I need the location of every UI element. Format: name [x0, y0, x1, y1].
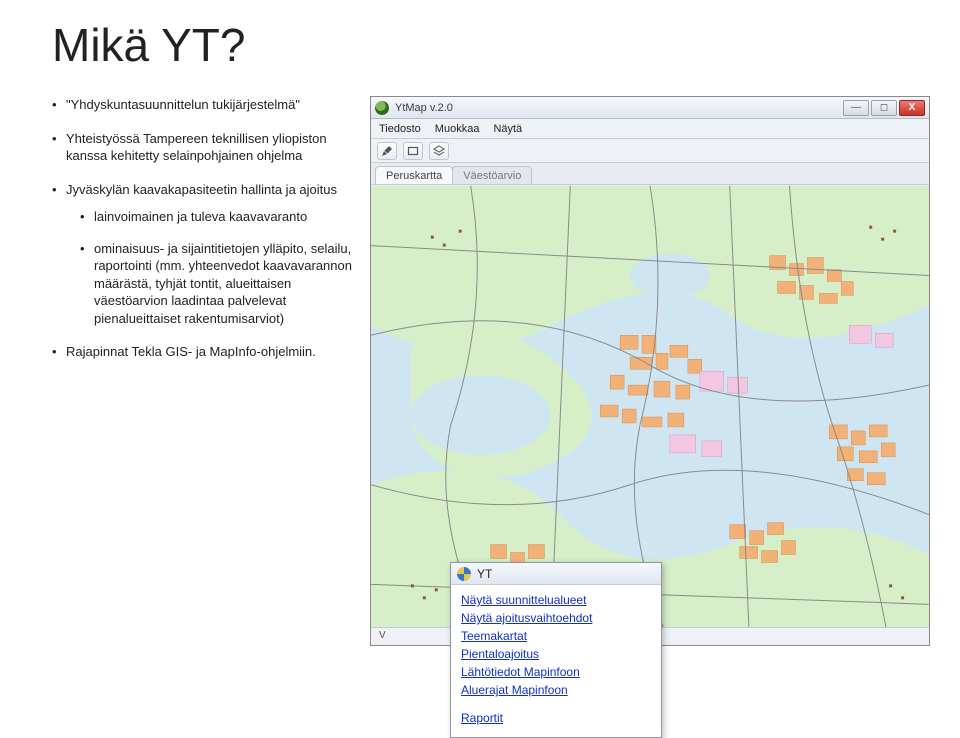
popup-title: YT	[477, 567, 492, 581]
sub-bullet-list: lainvoimainen ja tuleva kaavavaranto omi…	[66, 208, 352, 327]
minimize-icon: —	[844, 101, 868, 115]
status-text: V	[379, 630, 386, 641]
popup-item-raportit[interactable]: Raportit	[461, 709, 651, 727]
pencil-icon	[381, 145, 393, 157]
popup-item-ajoitusvaihtoehdot[interactable]: Näytä ajoitusvaihtoehdot	[461, 609, 651, 627]
bullet-text: Rajapinnat Tekla GIS- ja MapInfo-ohjelmi…	[66, 344, 316, 359]
tool-pointer-button[interactable]	[377, 142, 397, 160]
bullet-item: Yhteistyössä Tampereen teknillisen yliop…	[52, 130, 352, 165]
menu-edit[interactable]: Muokkaa	[435, 123, 480, 135]
bullet-text: ominaisuus- ja sijaintitietojen ylläpito…	[94, 241, 352, 326]
bullet-text: "Yhdyskuntasuunnittelun tukijärjestelmä"	[66, 97, 300, 112]
bullet-text: Yhteistyössä Tampereen teknillisen yliop…	[66, 131, 327, 164]
bullet-list: "Yhdyskuntasuunnittelun tukijärjestelmä"…	[52, 96, 352, 361]
popup-item-teemakartat[interactable]: Teemakartat	[461, 627, 651, 645]
popup-menu: Näytä suunnittelualueet Näytä ajoitusvai…	[451, 585, 661, 737]
bullet-text: lainvoimainen ja tuleva kaavavaranto	[94, 209, 307, 224]
menu-file[interactable]: Tiedosto	[379, 123, 421, 135]
popup-item-pientaloajoitus[interactable]: Pientaloajoitus	[461, 645, 651, 663]
slide: Mikä YT? "Yhdyskuntasuunnittelun tukijär…	[0, 0, 960, 683]
app-icon	[375, 101, 389, 115]
maximize-button[interactable]: ◻	[871, 100, 897, 116]
window-title: YtMap v.2.0	[395, 102, 843, 114]
page-title: Mikä YT?	[52, 18, 932, 72]
close-icon: X	[900, 101, 924, 115]
window-buttons: — ◻ X	[843, 100, 925, 116]
ie-icon	[457, 567, 471, 581]
tab-strip: Peruskartta Väestöarvio	[371, 163, 929, 185]
bullet-text: Jyväskylän kaavakapasiteetin hallinta ja…	[66, 182, 337, 197]
maximize-icon: ◻	[872, 101, 896, 115]
tool-rectangle-button[interactable]	[403, 142, 423, 160]
bullet-item: "Yhdyskuntasuunnittelun tukijärjestelmä"	[52, 96, 352, 114]
menu-bar: Tiedosto Muokkaa Näytä	[371, 119, 929, 139]
popup-titlebar[interactable]: YT	[451, 563, 661, 585]
popup-item-suunnittelualueet[interactable]: Näytä suunnittelualueet	[461, 591, 651, 609]
menu-view[interactable]: Näytä	[493, 123, 522, 135]
rectangle-icon	[407, 145, 419, 157]
layers-icon	[433, 145, 445, 157]
content-columns: "Yhdyskuntasuunnittelun tukijärjestelmä"…	[52, 96, 932, 646]
popup-item-lahtotiedot[interactable]: Lähtötiedot Mapinfoon	[461, 663, 651, 681]
sub-bullet-item: lainvoimainen ja tuleva kaavavaranto	[80, 208, 352, 226]
screenshot-column: YtMap v.2.0 — ◻ X Tiedosto Muokkaa Näytä	[370, 96, 930, 646]
toolbar	[371, 139, 929, 163]
text-column: "Yhdyskuntasuunnittelun tukijärjestelmä"…	[52, 96, 352, 377]
tool-layers-button[interactable]	[429, 142, 449, 160]
popup-item-aluerajat[interactable]: Aluerajat Mapinfoon	[461, 681, 651, 699]
tab-peruskartta[interactable]: Peruskartta	[375, 166, 453, 184]
sub-bullet-item: ominaisuus- ja sijaintitietojen ylläpito…	[80, 240, 352, 328]
tab-vaestoarvio[interactable]: Väestöarvio	[452, 166, 532, 184]
window-titlebar[interactable]: YtMap v.2.0 — ◻ X	[371, 97, 929, 119]
bullet-item: Rajapinnat Tekla GIS- ja MapInfo-ohjelmi…	[52, 343, 352, 361]
close-button[interactable]: X	[899, 100, 925, 116]
yt-popup: YT Näytä suunnittelualueet Näytä ajoitus…	[450, 562, 662, 738]
bullet-item: Jyväskylän kaavakapasiteetin hallinta ja…	[52, 181, 352, 328]
minimize-button[interactable]: —	[843, 100, 869, 116]
